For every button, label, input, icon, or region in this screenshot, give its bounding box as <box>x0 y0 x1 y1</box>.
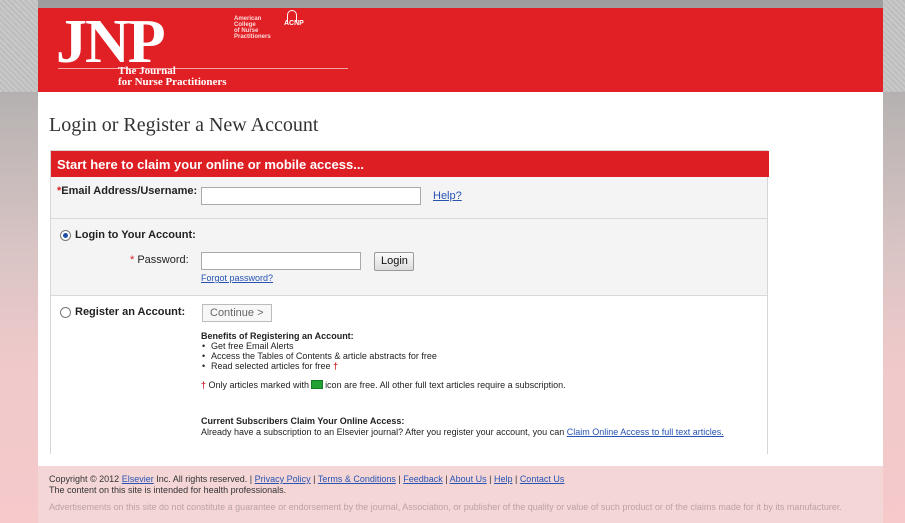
free-article-icon <box>311 380 324 389</box>
email-label: *Email Address/Username: <box>57 185 197 197</box>
free-articles-note: † Only articles marked with icon are free… <box>201 380 566 390</box>
subscribers-text-body: Already have a subscription to an Elsevi… <box>201 427 565 437</box>
register-radio-label: Register an Account: <box>75 306 186 318</box>
contact-us-link[interactable]: Contact Us <box>520 474 565 484</box>
login-radio[interactable] <box>60 230 71 241</box>
page-title: Login or Register a New Account <box>49 114 319 136</box>
login-button[interactable]: Login <box>374 252 414 271</box>
journal-name: The Journal for Nurse Practitioners <box>118 66 227 88</box>
subscribers-text: Already have a subscription to an Elsevi… <box>201 427 724 437</box>
benefits-list: Get free Email Alerts Access the Tables … <box>201 341 437 371</box>
elsevier-link[interactable]: Elsevier <box>122 474 154 484</box>
acnp-logo: ACNP <box>284 20 304 27</box>
org-line4: Practitioners <box>234 34 271 40</box>
acnp-org-name: American College of Nurse Practitioners <box>234 16 271 40</box>
note-after: icon are free. All other full text artic… <box>325 380 566 390</box>
subscribers-title: Current Subscribers Claim Your Online Ac… <box>201 416 405 426</box>
privacy-policy-link[interactable]: Privacy Policy <box>255 474 311 484</box>
continue-button[interactable]: Continue > <box>202 304 272 322</box>
main-content: Login or Register a New Account Start he… <box>38 92 883 466</box>
login-register-form: Start here to claim your online or mobil… <box>50 150 769 454</box>
forgot-password-link[interactable]: Forgot password? <box>201 273 273 283</box>
login-row: Login to Your Account: * Password: Login… <box>51 219 767 296</box>
about-us-link[interactable]: About Us <box>450 474 487 484</box>
right-background-stripe <box>883 0 905 92</box>
register-row: Register an Account: Continue > Benefits… <box>51 296 767 454</box>
login-radio-label: Login to Your Account: <box>75 229 196 241</box>
register-radio[interactable] <box>60 307 71 318</box>
benefits-title: Benefits of Registering an Account: <box>201 331 354 341</box>
note-before: Only articles marked with <box>208 380 310 390</box>
email-input[interactable] <box>201 187 421 205</box>
claim-access-link[interactable]: Claim Online Access to full text article… <box>567 427 724 437</box>
footer: Copyright © 2012 Elsevier Inc. All right… <box>38 466 883 523</box>
feedback-link[interactable]: Feedback <box>403 474 443 484</box>
benefit-item-text: Read selected articles for free <box>211 361 331 371</box>
journal-name-line2: for Nurse Practitioners <box>118 76 227 88</box>
email-label-text: Email Address/Username: <box>61 185 198 197</box>
dagger-marker: † <box>333 361 339 371</box>
copyright-text: Copyright © 2012 <box>49 474 120 484</box>
password-label-text: Password: <box>134 254 189 266</box>
help-link[interactable]: Help? <box>433 190 462 202</box>
form-header: Start here to claim your online or mobil… <box>51 151 769 177</box>
email-row: *Email Address/Username: Help? <box>51 177 767 219</box>
benefit-item: Read selected articles for free † <box>201 361 437 371</box>
footer-help-link[interactable]: Help <box>494 474 513 484</box>
password-input[interactable] <box>201 252 361 270</box>
left-background-stripe <box>0 0 38 92</box>
advertisement-disclaimer: Advertisements on this site do not const… <box>49 502 842 512</box>
footer-copyright-line: Copyright © 2012 Elsevier Inc. All right… <box>49 474 565 484</box>
health-professional-note: The content on this site is intended for… <box>49 485 287 495</box>
benefit-item: Access the Tables of Contents & article … <box>201 351 437 361</box>
copyright-rights: Inc. All rights reserved. | <box>156 474 253 484</box>
password-label: * Password: <box>130 254 189 266</box>
terms-conditions-link[interactable]: Terms & Conditions <box>318 474 396 484</box>
journal-header: JNP The Journal for Nurse Practitioners … <box>38 8 883 92</box>
benefit-item: Get free Email Alerts <box>201 341 437 351</box>
dagger-marker: † <box>201 380 207 390</box>
